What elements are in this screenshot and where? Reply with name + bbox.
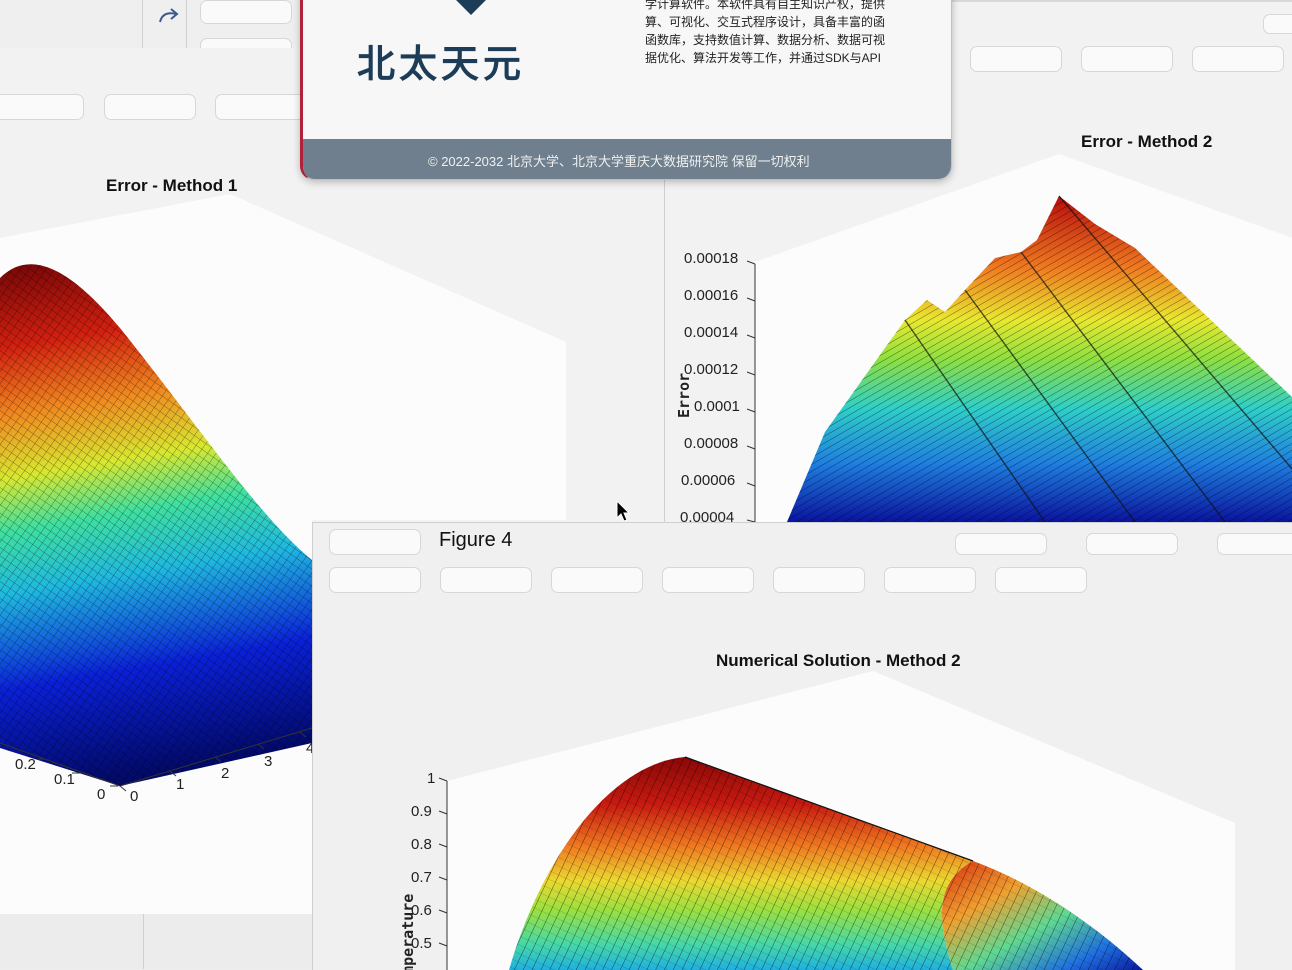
window-top-edge	[949, 0, 1292, 2]
window-bottom-gap	[0, 914, 312, 969]
figure-toolbar-button[interactable]	[1192, 46, 1284, 72]
z-tick-label: 0.00006	[681, 472, 736, 489]
description-line: 算、可视化、交互式程序设计，具备丰富的函	[645, 15, 886, 29]
figure-window-4: Figure 4 Numerical Solution - Method 2 1…	[312, 522, 1292, 970]
figure-toolbar-button[interactable]	[0, 94, 84, 120]
logo-diamond-icon	[454, 0, 488, 15]
logo-text: 北太天元	[357, 41, 526, 86]
window-tab-button[interactable]	[1086, 533, 1178, 555]
figure-toolbar-button[interactable]	[329, 567, 421, 593]
solution-surface-plot[interactable]	[313, 663, 1292, 970]
z-tick-label: 0.00016	[684, 287, 739, 304]
y-tick-label: 0	[97, 786, 106, 803]
copyright-text: © 2022-2032 北京大学、北京大学重庆大数据研究院 保留一切权利	[428, 154, 810, 169]
x-tick-label: 2	[221, 765, 230, 782]
figure-toolbar-button[interactable]	[551, 567, 643, 593]
z-axis-label: Error	[675, 372, 693, 418]
window-tab-button[interactable]	[955, 533, 1047, 555]
z-tick-label: 0.9	[411, 803, 432, 820]
y-tick-label: 0.1	[54, 771, 75, 788]
x-tick-label: 3	[264, 753, 273, 770]
window-tab-button[interactable]	[329, 529, 421, 555]
z-axis-label: Temperature	[399, 893, 417, 970]
figure-toolbar-button[interactable]	[1081, 46, 1173, 72]
error-surface-plot[interactable]	[665, 140, 1292, 522]
y-tick-label: 0.2	[15, 756, 36, 773]
window-title: Figure 4	[439, 529, 513, 551]
z-tick-label: 0.00004	[680, 509, 735, 522]
z-tick-label: 1	[427, 770, 436, 787]
x-tick-label: 0	[130, 788, 139, 805]
splash-dialog: 北太天元 学计算软件。本软件具有自主知识产权，提供 算、可视化、交互式程序设计，…	[300, 0, 952, 180]
description-line: 据优化、算法开发等工作，并通过SDK与API	[645, 51, 882, 65]
figure-toolbar-button[interactable]	[662, 567, 754, 593]
description-line: 函数库，支持数值计算、数据分析、数据可视	[645, 33, 886, 47]
figure-toolbar-button[interactable]	[104, 94, 196, 120]
x-tick-label: 1	[176, 776, 185, 793]
splash-description: 学计算软件。本软件具有自主知识产权，提供 算、可视化、交互式程序设计，具备丰富的…	[645, 0, 898, 67]
figure-toolbar-button[interactable]	[970, 46, 1062, 72]
z-tick-label: 0.00018	[684, 250, 739, 267]
redo-arrow-icon[interactable]	[156, 4, 182, 28]
figure-toolbar-button[interactable]	[884, 567, 976, 593]
toolbar-divider	[142, 0, 143, 50]
mouse-cursor-icon	[616, 500, 631, 522]
z-tick-label: 0.0001	[694, 398, 740, 415]
z-tick-label: 0.00008	[684, 435, 739, 452]
z-tick-label: 0.8	[411, 836, 432, 853]
toolbar-button[interactable]	[200, 0, 292, 24]
toolbar-divider	[186, 0, 187, 50]
figure-toolbar-button[interactable]	[440, 567, 532, 593]
z-tick-label: 0.00014	[684, 324, 739, 341]
z-tick-label: 0.7	[411, 869, 432, 886]
description-line: 学计算软件。本软件具有自主知识产权，提供	[645, 0, 886, 11]
figure-toolbar-button[interactable]	[215, 94, 307, 120]
figure-toolbar-button[interactable]	[773, 567, 865, 593]
figure-toolbar-button[interactable]	[995, 567, 1087, 593]
window-tab-button[interactable]	[1217, 533, 1292, 555]
window-divider	[143, 914, 144, 969]
window-tab-button[interactable]	[1263, 14, 1292, 34]
